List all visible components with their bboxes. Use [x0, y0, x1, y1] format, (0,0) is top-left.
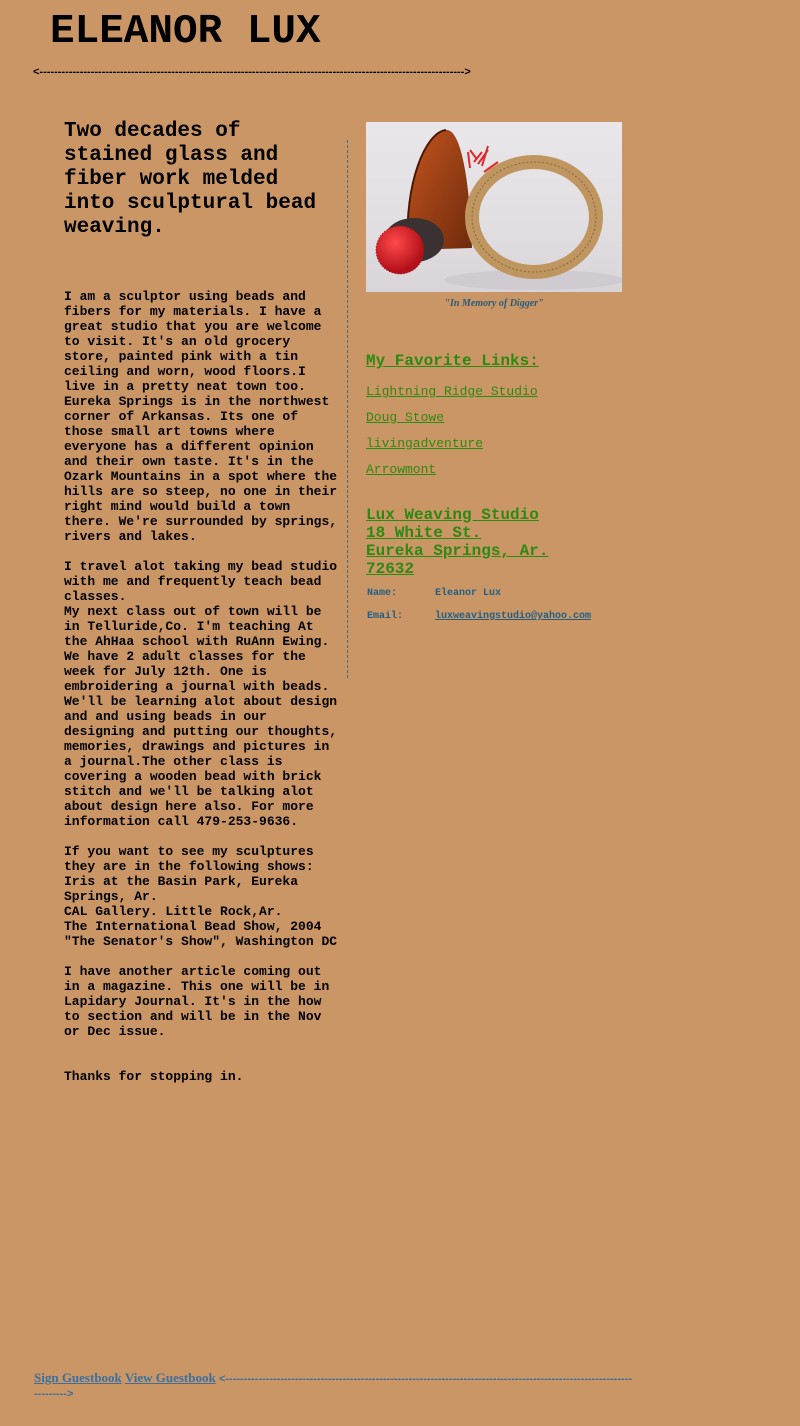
header-rule: <---------------------------------------…: [33, 66, 471, 78]
link-lightning-ridge-studio[interactable]: Lightning Ridge Studio: [366, 384, 538, 399]
bio-paragraph: I have another article coming out in a m…: [64, 964, 338, 1039]
tagline: Two decades of stained glass and fiber w…: [64, 120, 317, 239]
contact-email-label: Email:: [367, 611, 404, 622]
studio-zip: 72632: [366, 560, 415, 578]
list-item: Lightning Ridge Studio: [366, 380, 538, 406]
footer: Sign Guestbook View Guestbook <---------…: [34, 1371, 634, 1401]
contact-email-row: Email: luxweavingstudio@yahoo.com: [367, 611, 591, 622]
link-doug-stowe[interactable]: Doug Stowe: [366, 410, 444, 425]
bio-paragraph: Thanks for stopping in.: [64, 1069, 244, 1084]
site-title: ELEANOR LUX: [50, 9, 321, 55]
favorite-links-list: Lightning Ridge Studio Doug Stowe living…: [366, 380, 538, 484]
view-guestbook-link[interactable]: View Guestbook: [125, 1370, 216, 1385]
contact-name-label: Name:: [367, 588, 398, 599]
list-item: Doug Stowe: [366, 406, 538, 432]
list-item: livingadventure: [366, 432, 538, 458]
footer-rule: <---------------------------------------…: [34, 1373, 632, 1400]
contact-email-link[interactable]: luxweavingstudio@yahoo.com: [435, 611, 591, 622]
list-item: Arrowmont: [366, 458, 538, 484]
bio-text: I am a sculptor using beads and fibers f…: [64, 289, 339, 1084]
sculpture-photo: [366, 122, 622, 292]
contact-name-row: Name: Eleanor Lux: [367, 588, 501, 599]
studio-city: Eureka Springs, Ar.: [366, 542, 549, 560]
sign-guestbook-link[interactable]: Sign Guestbook: [34, 1370, 122, 1385]
link-livingadventure[interactable]: livingadventure: [366, 436, 483, 451]
image-caption: "In Memory of Digger": [444, 298, 544, 309]
bio-paragraph: I travel alot taking my bead studio with…: [64, 559, 338, 829]
sculpture-illustration: [375, 129, 622, 290]
contact-name-value: Eleanor Lux: [435, 588, 502, 599]
bio-paragraph: I am a sculptor using beads and fibers f…: [64, 289, 345, 544]
studio-street: 18 White St.: [366, 524, 482, 542]
studio-name: Lux Weaving Studio: [366, 506, 539, 524]
column-divider: [347, 140, 348, 678]
favorite-links-heading: My Favorite Links:: [366, 352, 539, 370]
link-arrowmont[interactable]: Arrowmont: [366, 462, 436, 477]
bio-paragraph: If you want to see my sculptures they ar…: [64, 844, 338, 949]
studio-address[interactable]: Lux Weaving Studio 18 White St. Eureka S…: [366, 506, 626, 578]
